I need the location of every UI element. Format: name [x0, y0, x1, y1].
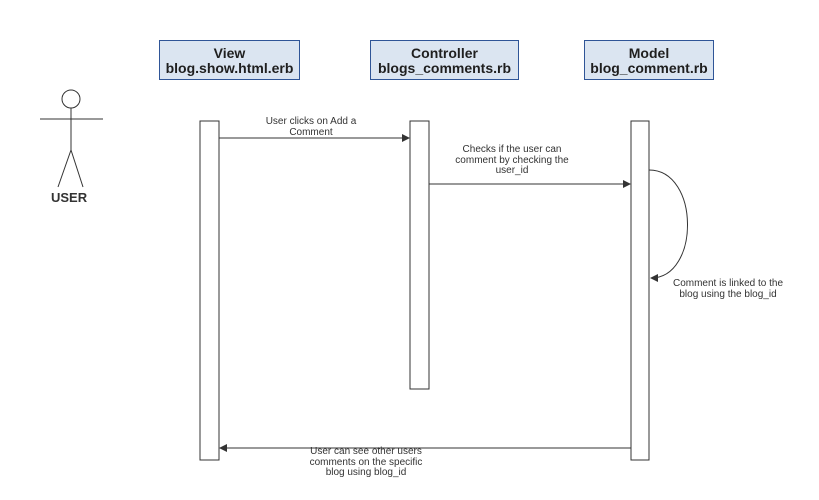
- model-activation-bar: [630, 120, 650, 461]
- participant-model-header: Model blog_comment.rb: [584, 40, 714, 80]
- message-label-check-user: Checks if the user can comment by checki…: [432, 144, 592, 177]
- participant-model-title: Model: [628, 45, 670, 61]
- participant-view-file: blog.show.html.erb: [165, 60, 294, 76]
- message-label-line: Comment: [289, 126, 333, 138]
- view-activation-bar: [199, 120, 220, 461]
- actor-left-leg: [57, 149, 72, 188]
- message-label-link-comment: Comment is linked to the blog using the …: [648, 278, 808, 300]
- participant-controller-header: Controller blogs_comments.rb: [370, 40, 519, 80]
- participant-model-file: blog_comment.rb: [590, 60, 708, 76]
- message-label-line: User clicks on Add a: [265, 116, 357, 127]
- message-label-line: Comment is linked to the: [672, 278, 784, 289]
- message-label-line: blog using blog_id: [325, 467, 407, 478]
- participant-view-title: View: [213, 45, 246, 61]
- participant-controller-title: Controller: [411, 45, 478, 61]
- message-arrow-model-self: [648, 169, 688, 282]
- user-actor-figure: [40, 89, 103, 188]
- controller-activation-bar: [409, 120, 430, 390]
- actor-label: USER: [51, 190, 88, 205]
- message-label-line: Checks if the user can: [462, 144, 562, 155]
- message-label-line: blog using the blog_id: [679, 288, 777, 300]
- actor-head: [61, 89, 81, 109]
- message-label-line: User can see other users: [310, 446, 422, 457]
- actor-right-leg: [70, 149, 84, 188]
- message-label-see-comments: User can see other users comments on the…: [286, 446, 446, 479]
- participant-controller-file: blogs_comments.rb: [377, 60, 512, 76]
- message-label-add-comment: User clicks on Add a Comment: [231, 116, 391, 138]
- participant-view-header: View blog.show.html.erb: [159, 40, 300, 80]
- message-label-line: user_id: [495, 165, 529, 176]
